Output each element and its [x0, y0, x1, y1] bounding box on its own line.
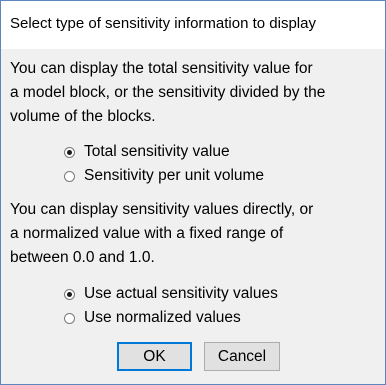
radio-label: Sensitivity per unit volume [84, 167, 265, 184]
radio-use-normalized-values[interactable]: Use normalized values [64, 307, 241, 329]
radio-button-icon[interactable] [64, 170, 75, 182]
sensitivity-dialog: Select type of sensitivity information t… [0, 0, 386, 385]
description-line: between 0.0 and 1.0. [10, 249, 155, 266]
radio-sensitivity-per-unit-volume[interactable]: Sensitivity per unit volume [64, 165, 264, 187]
description-line: volume of the blocks. [10, 108, 156, 125]
radio-use-actual-sensitivity-values[interactable]: Use actual sensitivity values [64, 283, 278, 305]
description-line: a model block, or the sensitivity divide… [10, 84, 326, 101]
cancel-button[interactable]: Cancel [204, 342, 280, 371]
actual-vs-normalized-description: You can display sensitivity values direc… [10, 198, 313, 270]
radio-button-icon[interactable] [64, 288, 75, 300]
radio-button-icon[interactable] [64, 312, 75, 324]
radio-total-sensitivity-value[interactable]: Total sensitivity value [64, 141, 230, 163]
radio-label: Use actual sensitivity values [84, 285, 278, 302]
total-vs-volume-description: You can display the total sensitivity va… [10, 57, 325, 129]
dialog-content: You can display the total sensitivity va… [1, 49, 385, 384]
radio-label: Total sensitivity value [84, 143, 230, 160]
description-line: a normalized value with a fixed range of [10, 225, 284, 242]
dialog-title-bar[interactable]: Select type of sensitivity information t… [1, 1, 385, 49]
description-line: You can display sensitivity values direc… [10, 201, 314, 218]
description-line: You can display the total sensitivity va… [10, 60, 313, 77]
radio-label: Use normalized values [84, 309, 241, 326]
dialog-title: Select type of sensitivity information t… [10, 15, 316, 32]
radio-button-icon[interactable] [64, 146, 75, 158]
ok-button[interactable]: OK [117, 342, 192, 371]
